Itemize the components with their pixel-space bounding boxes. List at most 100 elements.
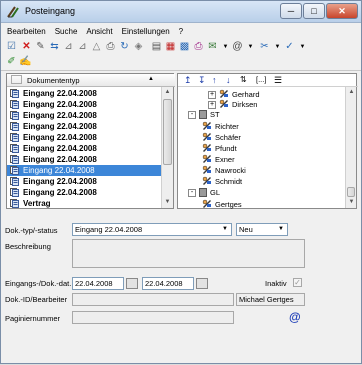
tree-node-label: Gertges xyxy=(215,200,242,209)
check-icon[interactable]: ✓ xyxy=(283,41,296,53)
sort-az-icon[interactable]: ⇅ xyxy=(240,75,247,84)
mail-icon[interactable]: ✉ xyxy=(206,41,219,53)
web-icon[interactable]: @ xyxy=(231,41,244,53)
date-doc-field[interactable]: 22.04.2008 xyxy=(142,277,194,290)
date-in-field[interactable]: 22.04.2008 xyxy=(72,277,124,290)
scroll-down-icon[interactable]: ▼ xyxy=(162,197,173,208)
arrow-down-icon[interactable]: ↧ xyxy=(198,75,206,86)
expand-icon[interactable]: + xyxy=(208,90,216,99)
menu-bearbeiten[interactable]: Bearbeiten xyxy=(7,27,46,36)
edit-icon[interactable]: ✎ xyxy=(34,41,47,53)
list-item[interactable]: Eingang 22.04.2008 xyxy=(7,187,162,198)
tree-node-nawrocki[interactable]: Nawrocki xyxy=(202,165,246,176)
list-item-label: Eingang 22.04.2008 xyxy=(23,177,97,186)
list-scrollbar[interactable]: ▲ ▼ xyxy=(161,87,173,208)
tag-icon[interactable]: ◈ xyxy=(132,41,145,53)
triangle-icon[interactable]: △ xyxy=(90,41,103,53)
calendar-icon[interactable] xyxy=(196,278,208,289)
sort-ascending-icon[interactable]: ▲ xyxy=(148,76,154,82)
delete-icon[interactable]: ✕ xyxy=(20,41,33,53)
list-item-label: Eingang 22.04.2008 xyxy=(23,188,97,197)
document-icon[interactable]: ▤ xyxy=(150,41,163,53)
document-icon xyxy=(10,188,19,197)
menu-help[interactable]: ? xyxy=(179,27,183,36)
minimize-button[interactable]: ─ xyxy=(280,3,302,19)
list-view-icon[interactable]: ☰ xyxy=(274,75,282,86)
status-select[interactable]: Neu ▼ xyxy=(236,223,288,236)
tree-node-gertges[interactable]: Gertges xyxy=(202,199,242,210)
collapse-icon[interactable]: - xyxy=(188,188,196,197)
recipient-tree: ↥ ↧ ↑ ↓ ⇅ [...] ☰ + Gerhard + Dirksen - ST Ric… xyxy=(177,73,358,210)
view-icon[interactable]: ▩ xyxy=(178,41,191,53)
properties-icon[interactable]: ☑ xyxy=(5,41,18,53)
document-icon xyxy=(10,122,19,131)
sign-icon[interactable]: ⊿ xyxy=(62,41,75,53)
status-dropdown-icon[interactable]: ▼ xyxy=(275,224,287,235)
list-item[interactable]: Eingang 22.04.2008 xyxy=(7,165,162,176)
tree-node-label: Gerhard xyxy=(232,90,260,99)
tree-node-pfundt[interactable]: Pfundt xyxy=(202,143,237,154)
tree-node-label: Richter xyxy=(215,122,239,131)
scan-icon[interactable]: ✂ xyxy=(258,41,271,53)
icon-column-header[interactable] xyxy=(11,75,22,84)
sign2-icon[interactable]: ⊿ xyxy=(76,41,89,53)
tree-node-richter[interactable]: Richter xyxy=(202,121,239,132)
pencil-icon[interactable]: ✐ xyxy=(5,56,18,68)
expand-icon[interactable]: + xyxy=(208,100,216,109)
arrow-up-icon[interactable]: ↥ xyxy=(184,75,192,86)
check-dropdown-icon[interactable]: ▼ xyxy=(296,41,309,53)
list-item[interactable]: Eingang 22.04.2008 xyxy=(7,88,162,99)
list-item[interactable]: Eingang 22.04.2008 xyxy=(7,176,162,187)
collapse-icon[interactable]: - xyxy=(188,110,196,119)
column-dokumententyp[interactable]: Dokumententyp xyxy=(27,76,80,85)
print-icon[interactable]: ⎙ xyxy=(192,41,205,53)
document-icon xyxy=(10,166,19,175)
menu-bar: Bearbeiten Suche Ansicht Einstellungen ? xyxy=(1,23,361,39)
tree-node-st[interactable]: - ST xyxy=(188,110,220,119)
annotate-icon[interactable]: ✍ xyxy=(19,56,32,68)
route-icon[interactable]: ⇆ xyxy=(48,41,61,53)
tree-node-dirksen[interactable]: + Dirksen xyxy=(208,99,257,110)
list-item[interactable]: Eingang 22.04.2008 xyxy=(7,143,162,154)
rotate-icon[interactable]: ↻ xyxy=(118,41,131,53)
tree-scrollbar[interactable]: ▲ ▼ xyxy=(345,87,356,208)
maximize-button[interactable]: □ xyxy=(303,3,325,19)
close-button[interactable]: ✕ xyxy=(326,3,358,19)
preview-icon[interactable]: ⎙ xyxy=(104,41,117,53)
description-field[interactable] xyxy=(72,239,305,268)
menu-ansicht[interactable]: Ansicht xyxy=(86,27,112,36)
list-item-label: Eingang 22.04.2008 xyxy=(23,133,97,142)
doc-type-dropdown-icon[interactable]: ▼ xyxy=(219,224,231,235)
tree-node-schäfer[interactable]: Schäfer xyxy=(202,132,241,143)
tree-node-exner[interactable]: Exner xyxy=(202,154,235,165)
scroll-up-icon[interactable]: ▲ xyxy=(162,87,173,98)
menu-suche[interactable]: Suche xyxy=(55,27,78,36)
tree-node-schmidt[interactable]: Schmidt xyxy=(202,176,242,187)
move-up-icon[interactable]: ↑ xyxy=(212,75,217,85)
tree-scroll-up-icon[interactable]: ▲ xyxy=(346,87,357,98)
web-dropdown-icon[interactable]: ▼ xyxy=(244,41,257,53)
list-item[interactable]: Vertrag xyxy=(7,198,162,209)
tree-range-button[interactable]: [...] xyxy=(256,75,266,84)
title-bar[interactable]: Posteingang ─ □ ✕ xyxy=(1,1,361,23)
list-column-header[interactable]: Dokumententyp ▲ xyxy=(7,74,175,87)
list-item[interactable]: Eingang 22.04.2008 xyxy=(7,110,162,121)
move-down-icon[interactable]: ↓ xyxy=(226,75,231,85)
at-icon[interactable]: @ xyxy=(289,310,301,324)
tree-toolbar: ↥ ↧ ↑ ↓ ⇅ [...] ☰ xyxy=(178,74,358,87)
list-item[interactable]: Eingang 22.04.2008 xyxy=(7,154,162,165)
tree-scroll-thumb[interactable] xyxy=(347,187,355,197)
document-icon xyxy=(10,199,19,208)
doc-type-select[interactable]: Eingang 22.04.2008 ▼ xyxy=(72,223,232,236)
inactive-checkbox[interactable]: ✓ xyxy=(293,278,302,287)
menu-einstellungen[interactable]: Einstellungen xyxy=(122,27,170,36)
list-item[interactable]: Eingang 22.04.2008 xyxy=(7,99,162,110)
toolbar: ☑ ✕ ✎ ⇆ ⊿ ⊿ △ ⎙ ↻ ◈ ▤ ▦ ▩ ⎙ ✉ ▼ @ ▼ ✂ ▼ … xyxy=(1,39,361,71)
tree-scroll-down-icon[interactable]: ▼ xyxy=(346,197,357,208)
tree-node-gl[interactable]: - GL xyxy=(188,188,220,197)
calendar-icon[interactable] xyxy=(126,278,138,289)
list-scroll-thumb[interactable] xyxy=(163,99,172,165)
list-item[interactable]: Eingang 22.04.2008 xyxy=(7,121,162,132)
archive-icon[interactable]: ▦ xyxy=(164,41,177,53)
list-item[interactable]: Eingang 22.04.2008 xyxy=(7,132,162,143)
